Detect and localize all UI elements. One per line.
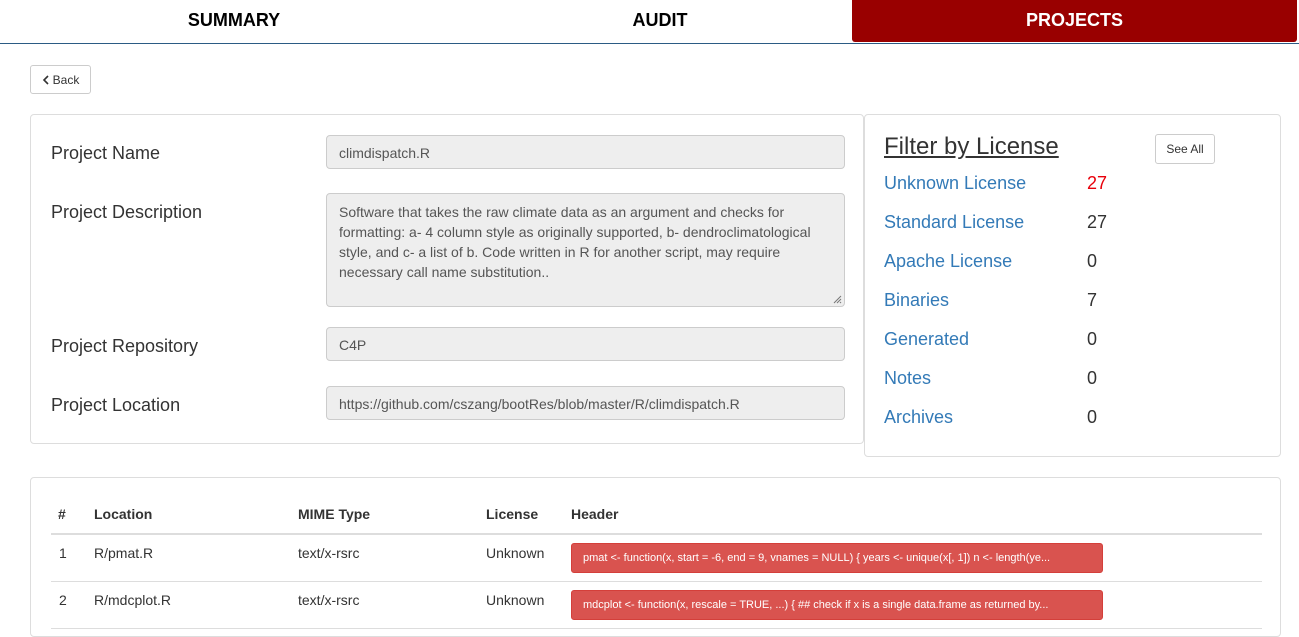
top-navigation: SUMMARY AUDIT PROJECTS <box>0 0 1299 44</box>
project-description-field[interactable]: Software that takes the raw climate data… <box>326 193 845 307</box>
back-button-label: Back <box>52 72 80 87</box>
row-location: R/mdcplot.R <box>94 592 172 608</box>
tab-audit[interactable]: AUDIT <box>468 0 852 42</box>
column-header-number: # <box>58 506 66 522</box>
table-header-divider <box>51 533 1262 535</box>
license-count-generated: 0 <box>1087 329 1098 349</box>
project-details-panel: Project Name climdispatch.R Project Desc… <box>30 114 864 444</box>
tab-projects[interactable]: PROJECTS <box>852 0 1297 42</box>
tab-summary[interactable]: SUMMARY <box>0 0 468 42</box>
resize-grip-icon[interactable] <box>833 295 842 304</box>
license-filter-panel: Filter by License See All Unknown Licens… <box>864 114 1281 457</box>
license-filter-item[interactable]: Notes 0 <box>884 368 1264 392</box>
license-count-notes: 0 <box>1087 368 1098 388</box>
row-divider <box>51 581 1262 582</box>
license-count-binaries: 7 <box>1087 290 1098 310</box>
column-header-header: Header <box>571 506 619 522</box>
license-name-unknown[interactable]: Unknown License <box>884 173 1026 194</box>
license-count-unknown: 27 <box>1087 173 1108 193</box>
license-filter-item[interactable]: Apache License 0 <box>884 251 1264 275</box>
row-location: R/pmat.R <box>94 545 154 561</box>
license-filter-item[interactable]: Archives 0 <box>884 407 1264 431</box>
project-name-field[interactable]: climdispatch.R <box>326 135 845 169</box>
see-all-button[interactable]: See All <box>1155 134 1215 164</box>
project-description-label: Project Description <box>51 202 203 222</box>
row-mime-type: text/x-rsrc <box>298 592 360 608</box>
license-filter-item[interactable]: Generated 0 <box>884 329 1264 353</box>
license-count-standard: 27 <box>1087 212 1108 232</box>
license-name-apache[interactable]: Apache License <box>884 251 1012 272</box>
license-filter-title: Filter by License <box>884 133 1059 160</box>
license-count-archives: 0 <box>1087 407 1098 427</box>
license-filter-item[interactable]: Unknown License 27 <box>884 173 1264 197</box>
row-header-badge[interactable]: mdcplot <- function(x, rescale = TRUE, .… <box>571 590 1103 620</box>
project-name-label: Project Name <box>51 143 161 163</box>
license-name-archives[interactable]: Archives <box>884 407 953 428</box>
back-button[interactable]: Back <box>30 65 91 94</box>
row-number: 1 <box>59 545 67 561</box>
chevron-left-icon <box>42 74 49 85</box>
license-name-standard[interactable]: Standard License <box>884 212 1024 233</box>
project-repository-label: Project Repository <box>51 336 199 356</box>
license-filter-item[interactable]: Standard License 27 <box>884 212 1264 236</box>
project-description-text: Software that takes the raw climate data… <box>339 204 811 280</box>
license-name-generated[interactable]: Generated <box>884 329 969 350</box>
license-count-apache: 0 <box>1087 251 1098 271</box>
license-name-binaries[interactable]: Binaries <box>884 290 949 311</box>
row-license: Unknown <box>486 545 545 561</box>
project-repository-field[interactable]: C4P <box>326 327 845 361</box>
project-location-field[interactable]: https://github.com/cszang/bootRes/blob/m… <box>326 386 845 420</box>
license-name-notes[interactable]: Notes <box>884 368 931 389</box>
license-filter-item[interactable]: Binaries 7 <box>884 290 1264 314</box>
row-divider <box>51 628 1262 629</box>
row-header-badge[interactable]: pmat <- function(x, start = -6, end = 9,… <box>571 543 1103 573</box>
row-license: Unknown <box>486 592 545 608</box>
column-header-mime-type: MIME Type <box>298 506 371 522</box>
row-mime-type: text/x-rsrc <box>298 545 360 561</box>
column-header-location: Location <box>94 506 153 522</box>
project-location-label: Project Location <box>51 395 181 415</box>
row-number: 2 <box>59 592 67 608</box>
files-table-panel: # Location MIME Type License Header 1 R/… <box>30 477 1281 637</box>
column-header-license: License <box>486 506 539 522</box>
